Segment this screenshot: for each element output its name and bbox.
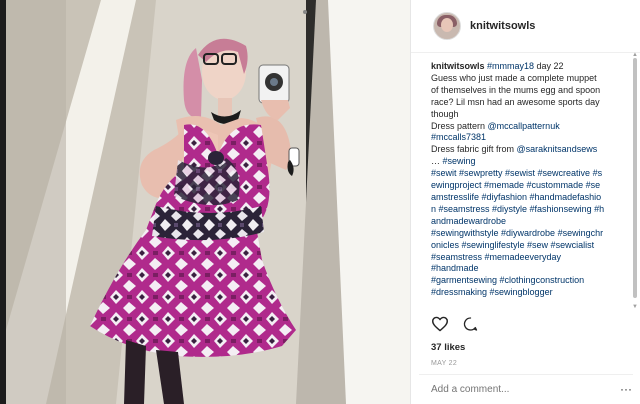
- caption-line: n #seamstress #diystyle #fashionsewing #…: [431, 204, 629, 216]
- caption-username-link[interactable]: knitwitsowls: [431, 61, 487, 71]
- caption-hashtag-link[interactable]: @saraknitsandsews: [517, 144, 598, 154]
- caption-text-segment: Guess who just made a complete muppet: [431, 72, 597, 83]
- caption-line: Dress fabric gift from @saraknitsandsews: [431, 144, 629, 156]
- caption-text-segment: though: [431, 108, 459, 119]
- caption-text-segment: Dress pattern: [431, 120, 488, 131]
- caption-line: #dressmaking #sewingblogger: [431, 287, 629, 299]
- caption-hashtag-link[interactable]: @mccallpatternuk: [488, 121, 560, 131]
- caption-scrollbar[interactable]: ▲ ▼: [632, 52, 638, 310]
- caption-text-segment: day 22: [534, 61, 564, 71]
- heart-icon[interactable]: [431, 316, 449, 332]
- comment-icon[interactable]: [462, 316, 479, 332]
- scroll-down-icon[interactable]: ▼: [632, 304, 638, 310]
- caption-line: ewingproject #memade #custommade #se: [431, 180, 629, 192]
- action-bar: [431, 316, 479, 332]
- post-date: MAY 22: [431, 360, 458, 367]
- caption-hashtag-link[interactable]: #sewit #sewpretty #sewist #sewcreative #…: [431, 168, 602, 178]
- avatar-face-shape: [441, 18, 453, 32]
- post-photo[interactable]: [6, 0, 410, 404]
- caption-line: andmadewardrobe: [431, 216, 629, 228]
- caption-text-segment: race? Lil msn had an awesome sports day: [431, 96, 600, 107]
- caption-line: #garmentsewing #clothingconstruction: [431, 275, 629, 287]
- scroll-thumb[interactable]: [633, 58, 637, 298]
- caption-text-segment: Dress fabric gift from: [431, 144, 517, 155]
- caption-hashtag-link[interactable]: #dressmaking #sewingblogger: [431, 287, 553, 297]
- caption-hashtag-link[interactable]: andmadewardrobe: [431, 216, 506, 226]
- caption-hashtag-link[interactable]: #seamstress #memadeeveryday: [431, 252, 561, 262]
- caption-line: race? Lil msn had an awesome sports day: [431, 97, 629, 109]
- caption-line: amstresslife #diyfashion #handmadefashio: [431, 192, 629, 204]
- caption-hashtag-link[interactable]: #sewing: [443, 156, 476, 166]
- caption-line: knitwitsowls #mmmay18 day 22: [431, 61, 629, 73]
- caption-line: #sewit #sewpretty #sewist #sewcreative #…: [431, 168, 629, 180]
- avatar[interactable]: [433, 12, 461, 40]
- mirror-selfie-image: [6, 0, 410, 404]
- caption-line: #sewingwithstyle #diywardrobe #sewingchr: [431, 228, 629, 240]
- caption-hashtag-link[interactable]: onicles #sewinglifestyle #sew #sewcialis…: [431, 240, 594, 250]
- caption-hashtag-link[interactable]: #mmmay18: [487, 61, 534, 71]
- caption-line: #mccalls7381: [431, 132, 629, 144]
- comment-input[interactable]: [431, 384, 611, 395]
- caption-hashtag-link[interactable]: #sewingwithstyle #diywardrobe #sewingchr: [431, 228, 603, 238]
- caption-line: #handmade: [431, 263, 629, 275]
- caption-text-segment: …: [431, 156, 443, 167]
- caption-hashtag-link[interactable]: amstresslife #diyfashion #handmadefashio: [431, 192, 601, 202]
- likes-count[interactable]: 37 likes: [431, 342, 465, 353]
- post-side-panel: knitwitsowls knitwitsowls #mmmay18 day 2…: [410, 0, 640, 404]
- caption-line: Dress pattern @mccallpatternuk: [431, 121, 629, 133]
- caption-text-segment: of themselves in the mums egg and spoon: [431, 84, 601, 95]
- caption-hashtag-link[interactable]: #garmentsewing #clothingconstruction: [431, 275, 584, 285]
- caption-hashtag-link[interactable]: n #seamstress #diystyle #fashionsewing #…: [431, 204, 604, 214]
- caption-text: knitwitsowls #mmmay18 day 22 Guess who ju…: [431, 61, 629, 308]
- caption-hashtag-link[interactable]: ewingproject #memade #custommade #se: [431, 180, 600, 190]
- caption-hashtag-link[interactable]: #mccalls7381: [431, 132, 486, 142]
- caption-line: … #sewing: [431, 156, 629, 168]
- post-header: knitwitsowls: [411, 0, 640, 53]
- caption-line: of themselves in the mums egg and spoon: [431, 85, 629, 97]
- caption-line: though: [431, 109, 629, 121]
- caption-line: #seamstress #memadeeveryday: [431, 252, 629, 264]
- divider: [419, 374, 633, 375]
- caption-hashtag-link[interactable]: #handmade: [431, 263, 479, 273]
- caption-line: Guess who just made a complete muppet: [431, 73, 629, 85]
- caption-line: onicles #sewinglifestyle #sew #sewcialis…: [431, 240, 629, 252]
- more-options-icon[interactable]: ···: [620, 383, 632, 395]
- username-link[interactable]: knitwitsowls: [470, 20, 535, 32]
